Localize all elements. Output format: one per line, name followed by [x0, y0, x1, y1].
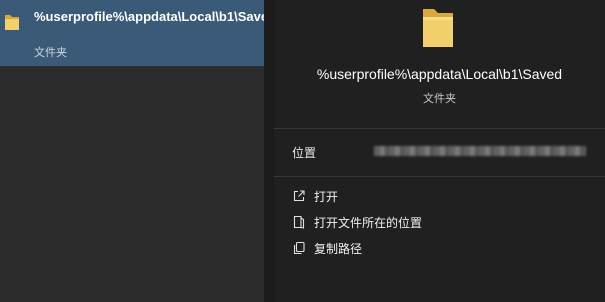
result-title: %userprofile%\appdata\Local\b1\Saved	[34, 9, 277, 24]
divider	[274, 176, 605, 177]
location-value-redacted	[374, 146, 586, 156]
details-pane: %userprofile%\appdata\Local\b1\Saved 文件夹…	[274, 0, 605, 302]
divider	[274, 128, 605, 129]
copy-icon	[292, 241, 306, 255]
detail-type: 文件夹	[423, 93, 456, 105]
results-pane: %userprofile%\appdata\Local\b1\Saved 文件夹	[0, 0, 277, 302]
open-file-location-label: 打开文件所在的位置	[314, 216, 423, 230]
pane-divider	[264, 0, 274, 302]
copy-path-label: 复制路径	[314, 242, 363, 256]
folder-icon	[4, 12, 20, 32]
location-label: 位置	[292, 146, 317, 160]
open-external-icon	[292, 189, 306, 203]
search-result-item[interactable]: %userprofile%\appdata\Local\b1\Saved 文件夹	[0, 0, 277, 66]
folder-icon	[421, 5, 455, 49]
detail-title: %userprofile%\appdata\Local\b1\Saved	[316, 66, 563, 82]
open-folder-location-icon	[292, 215, 306, 229]
open-label: 打开	[314, 190, 339, 204]
result-type: 文件夹	[34, 47, 67, 59]
